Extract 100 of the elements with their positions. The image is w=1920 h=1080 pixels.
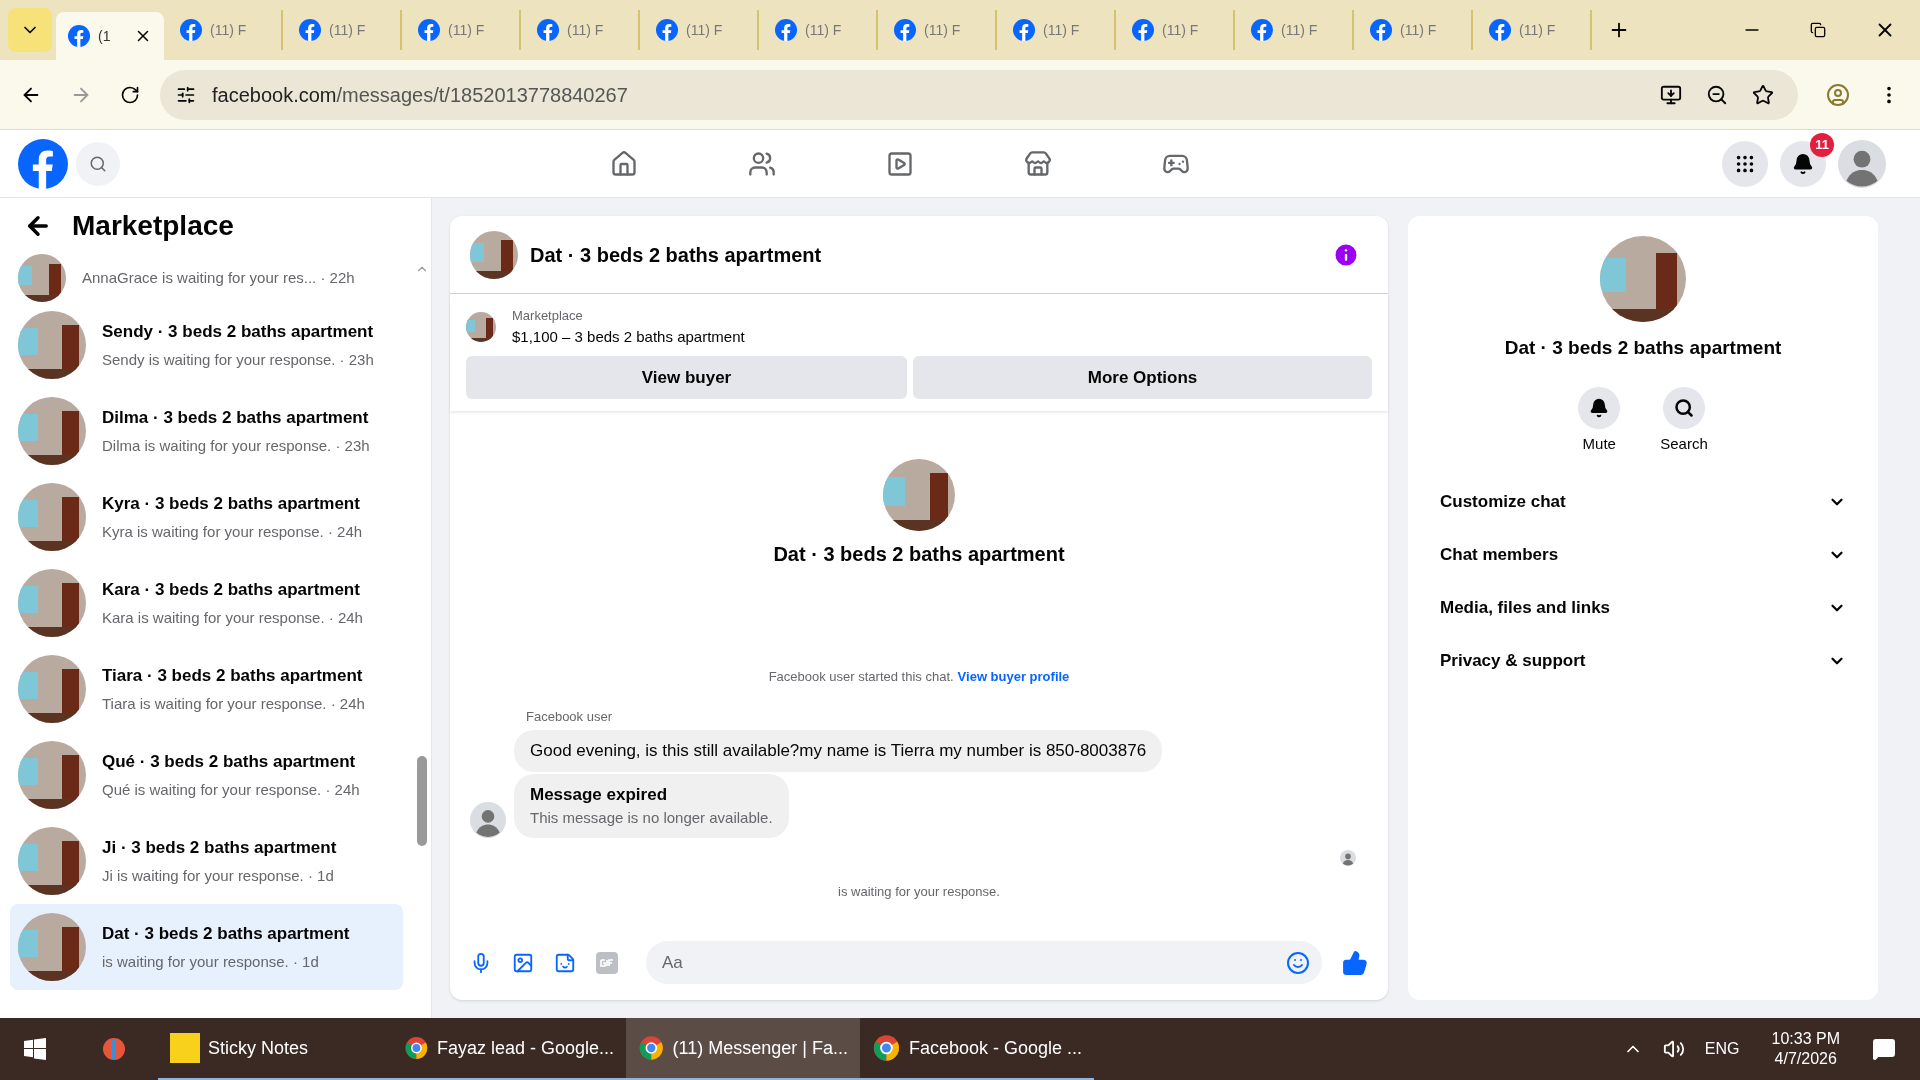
reload-icon[interactable] xyxy=(120,84,140,105)
listing-action-button[interactable]: More Options xyxy=(913,356,1372,399)
sender-name: Facebook user xyxy=(526,707,613,726)
app-pin-icon[interactable] xyxy=(100,1035,128,1063)
chat-title: Dat · 3 beds 2 baths apartment xyxy=(530,242,822,268)
conversation-item[interactable]: AnnaGrace is waiting for your res... · 22h xyxy=(10,254,403,302)
bell-icon xyxy=(1792,152,1814,175)
listing-title: $1,100 – 3 beds 2 baths apartment xyxy=(512,326,745,347)
browser-tab[interactable]: (11) F xyxy=(1477,10,1592,50)
conversation-title: Dat · 3 beds 2 baths apartment xyxy=(102,923,350,945)
browser-tab[interactable]: (11) F xyxy=(406,10,521,50)
conversation-item[interactable]: Kyra · 3 beds 2 baths apartment Kyra is waiting for your response. · 24h xyxy=(10,474,403,560)
search-icon xyxy=(89,154,107,173)
details-section-row[interactable]: Privacy & support xyxy=(1428,634,1858,687)
browser-tab[interactable]: (11) F xyxy=(763,10,878,50)
photo-placeholder xyxy=(470,230,518,279)
friends-icon[interactable] xyxy=(748,149,776,178)
taskbar-app[interactable]: Sticky Notes xyxy=(158,1018,392,1080)
browser-tab[interactable]: (11) F xyxy=(1001,10,1116,50)
image-icon[interactable] xyxy=(512,951,534,974)
store-icon[interactable] xyxy=(1024,149,1052,178)
conversation-item[interactable]: Ji · 3 beds 2 baths apartment Ji is waiting for your response. · 1d xyxy=(10,818,403,904)
conversation-item[interactable]: Tiara · 3 beds 2 baths apartment Tiara is waiting for your response. · 24h xyxy=(10,646,403,732)
emoji-icon[interactable] xyxy=(1286,950,1310,975)
conversation-item[interactable]: Qué · 3 beds 2 baths apartment Qué is waiting for your response. · 24h xyxy=(10,732,403,818)
conversation-preview: Dilma is waiting for your response. · 23h xyxy=(102,435,370,456)
facebook-logo-icon xyxy=(1251,19,1273,41)
search-icon xyxy=(1674,397,1694,418)
tab-title: (11) F xyxy=(329,21,366,40)
view-buyer-profile-link[interactable]: View buyer profile xyxy=(957,667,1070,687)
home-icon[interactable] xyxy=(610,149,638,178)
address-bar[interactable]: facebook.com/messages/t/1852013778840267 xyxy=(160,69,1798,120)
facebook-logo-icon xyxy=(775,19,797,41)
conversation-item[interactable]: Sendy · 3 beds 2 baths apartment Sendy is waiting for your response. · 23h xyxy=(10,302,403,388)
facebook-logo-icon xyxy=(537,19,559,41)
message-input[interactable]: Aa xyxy=(646,941,1322,984)
action-label: Mute xyxy=(1582,433,1616,454)
chat-start-text: Facebook user started this chat. xyxy=(768,668,954,686)
menu-button[interactable] xyxy=(1722,140,1768,187)
conversation-title: Ji · 3 beds 2 baths apartment xyxy=(102,837,337,859)
tab-title: (1 xyxy=(98,27,111,46)
conversation-preview: AnnaGrace is waiting for your res... · 22h xyxy=(82,267,355,288)
site-settings-icon[interactable] xyxy=(176,84,196,105)
chat-intro-name: Dat · 3 beds 2 baths apartment xyxy=(773,542,1065,567)
conversation-title: Sendy · 3 beds 2 baths apartment xyxy=(102,321,374,343)
taskbar-app[interactable]: Facebook - Google ... xyxy=(860,1018,1094,1080)
browser-tab[interactable]: (11) F xyxy=(1120,10,1235,50)
url-text: facebook.com/messages/t/1852013778840267 xyxy=(212,82,628,108)
conversation-preview: Sendy is waiting for your response. · 23h xyxy=(102,349,374,370)
facebook-logo-icon xyxy=(1132,19,1154,41)
action-center-icon[interactable] xyxy=(1872,1037,1896,1061)
facebook-logo-icon xyxy=(656,19,678,41)
zoom-icon[interactable] xyxy=(1706,83,1728,106)
tab-title: (11) F xyxy=(686,21,723,40)
like-icon[interactable] xyxy=(1342,949,1368,976)
conversation-title: Dilma · 3 beds 2 baths apartment xyxy=(102,407,370,429)
windows-logo-icon[interactable] xyxy=(23,1037,47,1061)
browser-tab[interactable]: (11) F xyxy=(525,10,640,50)
language-indicator[interactable]: ENG xyxy=(1704,1037,1740,1061)
restore-icon[interactable] xyxy=(1810,22,1826,38)
listing-action-button[interactable]: View buyer xyxy=(466,356,907,399)
browser-icon xyxy=(872,1032,901,1064)
tab-title: (11) F xyxy=(1162,21,1199,40)
photo-placeholder xyxy=(466,312,496,342)
facebook-logo-icon xyxy=(1370,19,1392,41)
volume-icon[interactable] xyxy=(1662,1038,1685,1060)
browser-tab[interactable]: (11) F xyxy=(287,10,402,50)
sticker-icon[interactable] xyxy=(554,951,576,974)
listing-label: Marketplace xyxy=(512,307,584,325)
read-receipt-avatar xyxy=(1340,849,1356,866)
install-icon[interactable] xyxy=(1660,83,1682,106)
conversation-item[interactable]: Dat · 3 beds 2 baths apartment is waiting for your response. · 1d xyxy=(10,904,403,990)
details-section-row[interactable]: Media, files and links xyxy=(1428,581,1858,634)
details-section-row[interactable]: Customize chat xyxy=(1428,475,1858,528)
conversation-preview: is waiting for your response. · 1d xyxy=(102,951,320,972)
clock[interactable]: 10:33 PM 4/7/2026 xyxy=(1771,1029,1840,1069)
browser-tab[interactable]: (11) F xyxy=(1358,10,1473,50)
tab-title: (11) F xyxy=(567,21,604,40)
expired-title: Message expired xyxy=(530,783,668,806)
tab-title: (11) F xyxy=(1400,21,1437,40)
action-label: Search xyxy=(1660,433,1708,454)
details-section-row[interactable]: Chat members xyxy=(1428,528,1858,581)
expired-text: This message is no longer available. xyxy=(530,808,773,828)
tab-title: (11) F xyxy=(1519,21,1556,40)
browser-tab[interactable]: (11) F xyxy=(882,10,997,50)
browser-tab[interactable]: (11) F xyxy=(168,10,283,50)
profile-icon[interactable] xyxy=(1826,82,1850,107)
video-icon[interactable] xyxy=(886,149,914,178)
browser-tab[interactable]: (11) F xyxy=(1239,10,1354,50)
conversation-item[interactable]: Dilma · 3 beds 2 baths apartment Dilma is waiting for your response. · 23h xyxy=(10,388,403,474)
browser-tab[interactable]: (11) F xyxy=(644,10,759,50)
sticky-note-icon xyxy=(170,1033,200,1063)
conversation-item[interactable]: Kara · 3 beds 2 baths apartment Kara is waiting for your response. · 24h xyxy=(10,560,403,646)
search-button[interactable] xyxy=(1663,386,1705,429)
bookmark-star-icon[interactable] xyxy=(1752,83,1774,106)
scrollbar-thumb[interactable] xyxy=(417,756,427,846)
conversation-title: Kyra · 3 beds 2 baths apartment xyxy=(102,493,361,515)
taskbar-app[interactable]: (11) Messenger | Fa... xyxy=(626,1018,860,1080)
browser-tab[interactable]: (1 xyxy=(56,12,164,60)
mute-button[interactable] xyxy=(1578,386,1621,429)
